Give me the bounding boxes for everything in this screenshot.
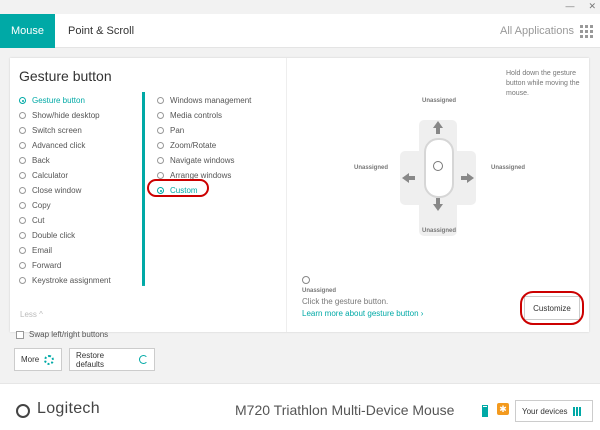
status-text: Click the gesture button. xyxy=(302,297,389,306)
swap-buttons-checkbox[interactable] xyxy=(16,330,24,339)
radio-icon xyxy=(19,172,26,179)
gesture-hint: Hold down the gesture button while movin… xyxy=(506,70,580,97)
minimize-icon[interactable]: — xyxy=(565,0,574,14)
radio-icon xyxy=(19,187,26,194)
radio-icon xyxy=(157,97,164,104)
list-fade xyxy=(10,284,280,304)
swap-buttons-row[interactable]: Swap left/right buttons xyxy=(16,330,108,339)
arrow-down-icon[interactable] xyxy=(433,204,443,211)
arrow-right-icon[interactable] xyxy=(467,173,474,183)
arrow-up-icon[interactable] xyxy=(433,121,443,128)
reset-icon xyxy=(139,355,148,364)
radio-icon xyxy=(157,172,164,179)
option-close-window[interactable]: Close window xyxy=(19,186,81,195)
direction-right-label: Unassigned xyxy=(491,165,526,171)
radio-icon xyxy=(19,277,26,284)
gear-icon xyxy=(44,354,55,365)
radio-icon xyxy=(157,142,164,149)
learn-more-link[interactable]: Learn more about gesture button › xyxy=(302,309,423,318)
window-controls: — ✕ xyxy=(565,0,596,14)
brand-name: Logitech xyxy=(37,400,100,417)
option-show-hide-desktop[interactable]: Show/hide desktop xyxy=(19,111,100,120)
option-zoom-rotate[interactable]: Zoom/Rotate xyxy=(157,141,216,150)
option-cut[interactable]: Cut xyxy=(19,216,44,225)
option-advanced-click[interactable]: Advanced click xyxy=(19,141,85,150)
option-double-click[interactable]: Double click xyxy=(19,231,75,240)
status-indicator xyxy=(302,276,310,284)
radio-icon xyxy=(19,247,26,254)
tab-mouse[interactable]: Mouse xyxy=(0,14,55,48)
option-switch-screen[interactable]: Switch screen xyxy=(19,126,82,135)
arrow-down-stem xyxy=(436,198,440,204)
radio-icon xyxy=(19,127,26,134)
option-copy[interactable]: Copy xyxy=(19,201,51,210)
radio-icon xyxy=(19,217,26,224)
option-calculator[interactable]: Calculator xyxy=(19,171,68,180)
tab-point-scroll[interactable]: Point & Scroll xyxy=(68,14,134,48)
direction-up-label: Unassigned xyxy=(422,98,457,104)
devices-bars-icon xyxy=(572,406,581,416)
option-gesture-button[interactable]: Gesture button xyxy=(19,96,85,105)
status-title: Unassigned xyxy=(302,288,337,294)
options-scrollbar[interactable] xyxy=(142,92,145,286)
option-pan[interactable]: Pan xyxy=(157,126,184,135)
option-back[interactable]: Back xyxy=(19,156,50,165)
option-windows-management[interactable]: Windows management xyxy=(157,96,251,105)
custom-highlight-ring xyxy=(147,179,209,197)
panel-title: Gesture button xyxy=(19,68,112,84)
radio-icon xyxy=(19,112,26,119)
options-panel: Gesture button Gesture button Show/hide … xyxy=(10,58,287,332)
gesture-button-icon[interactable] xyxy=(433,161,443,171)
more-button[interactable]: More xyxy=(14,348,62,371)
customize-highlight-ring xyxy=(520,291,584,325)
radio-icon xyxy=(19,262,26,269)
direction-left-label: Unassigned xyxy=(354,165,389,171)
radio-icon xyxy=(19,232,26,239)
radio-icon xyxy=(19,202,26,209)
your-devices-button[interactable]: Your devices xyxy=(515,400,593,422)
battery-icon xyxy=(482,405,488,417)
restore-defaults-label: Restore defaults xyxy=(76,350,105,369)
bluetooth-icon: ✱ xyxy=(497,403,509,415)
footer-bar: Logitech M720 Triathlon Multi-Device Mou… xyxy=(0,383,600,430)
radio-icon xyxy=(157,127,164,134)
more-label: More xyxy=(21,355,40,364)
swap-buttons-label: Swap left/right buttons xyxy=(29,330,109,339)
less-toggle[interactable]: Less ^ xyxy=(20,310,43,319)
all-applications-link[interactable]: All Applications xyxy=(500,14,574,48)
restore-defaults-button[interactable]: Restore defaults xyxy=(69,348,155,371)
arrow-right-stem xyxy=(461,176,467,180)
arrow-left-icon[interactable] xyxy=(402,173,409,183)
gesture-card: Gesture button Gesture button Show/hide … xyxy=(10,58,589,332)
radio-icon xyxy=(157,157,164,164)
radio-icon xyxy=(157,112,164,119)
close-icon[interactable]: ✕ xyxy=(588,0,596,14)
grid-icon[interactable] xyxy=(580,25,593,38)
top-bar: Mouse Point & Scroll All Applications xyxy=(0,14,600,48)
option-forward[interactable]: Forward xyxy=(19,261,61,270)
logitech-logo-icon xyxy=(16,404,30,418)
arrow-left-stem xyxy=(409,176,415,180)
option-media-controls[interactable]: Media controls xyxy=(157,111,222,120)
option-email[interactable]: Email xyxy=(19,246,52,255)
radio-icon xyxy=(19,157,26,164)
option-navigate-windows[interactable]: Navigate windows xyxy=(157,156,234,165)
device-name: M720 Triathlon Multi-Device Mouse xyxy=(235,402,455,418)
your-devices-label: Your devices xyxy=(522,406,568,416)
arrow-up-stem xyxy=(436,128,440,134)
radio-icon xyxy=(19,97,26,104)
radio-icon xyxy=(19,142,26,149)
direction-down-label: Unassigned xyxy=(422,228,457,234)
